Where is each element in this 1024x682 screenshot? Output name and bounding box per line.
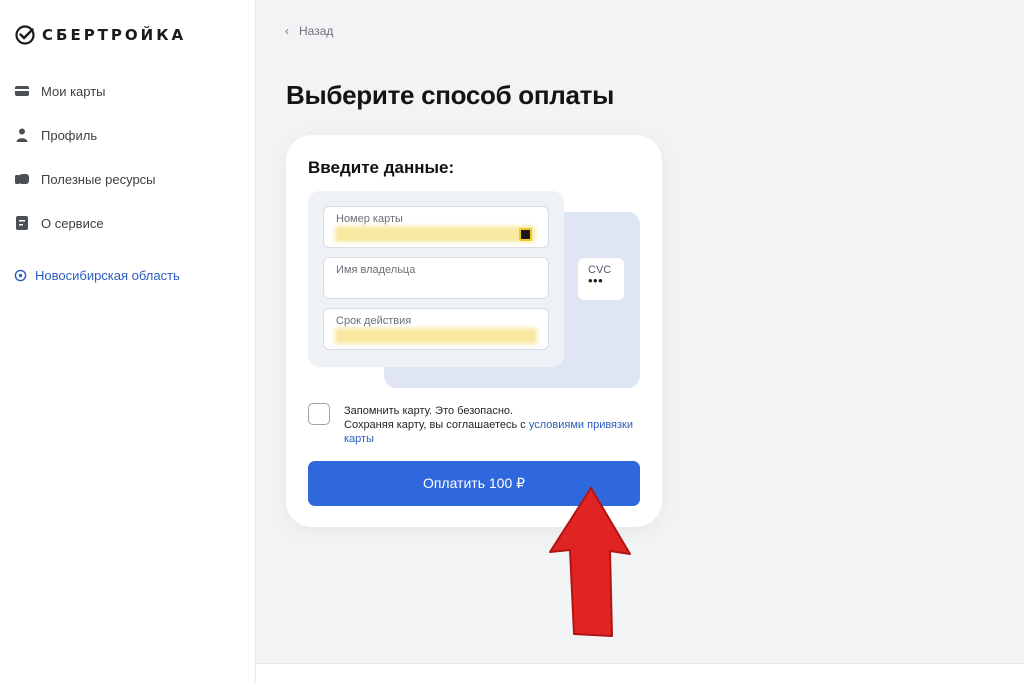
sidebar: СБЕРТРОЙКА Мои карты Профиль Полезные ре…	[0, 0, 256, 682]
sidebar-item-profile[interactable]: Профиль	[14, 124, 244, 146]
sidebar-item-resources[interactable]: Полезные ресурсы	[14, 168, 244, 190]
sidebar-nav: Мои карты Профиль Полезные ресурсы О сер…	[14, 80, 244, 256]
card-number-field[interactable]: Номер карты	[323, 206, 549, 248]
expiry-date-field[interactable]: Срок действия	[323, 308, 549, 350]
sidebar-item-label: Мои карты	[41, 83, 106, 99]
page-title: Выберите способ оплаты	[286, 80, 615, 110]
card-brand-icon	[519, 228, 532, 241]
cardholder-name-label: Имя владельца	[336, 264, 416, 276]
card-number-value-redacted	[335, 226, 535, 242]
user-icon	[16, 128, 28, 142]
red-arrow-annotation	[549, 487, 631, 637]
brand-name: СБЕРТРОЙКА	[42, 26, 187, 44]
sidebar-item-label: Полезные ресурсы	[41, 171, 156, 187]
payment-card: Введите данные: CVC ••• Номер карты Имя …	[286, 135, 662, 527]
remember-line-1: Запомнить карту. Это безопасно.	[344, 405, 514, 417]
remember-consent-text: Сохраняя карту, вы соглашаетесь с	[344, 419, 529, 431]
document-icon	[16, 216, 28, 230]
sber-logo-icon	[15, 25, 35, 45]
region-selector[interactable]: Новосибирская область	[14, 268, 180, 283]
cvc-field[interactable]: CVC •••	[578, 258, 624, 300]
sidebar-item-my-cards[interactable]: Мои карты	[14, 80, 244, 102]
resources-icon	[15, 174, 29, 184]
remember-card-row: Запомнить карту. Это безопасно. Сохраняя…	[308, 403, 648, 446]
form-title: Введите данные:	[308, 158, 455, 177]
sidebar-item-label: О сервисе	[41, 215, 104, 231]
cardholder-name-field[interactable]: Имя владельца	[323, 257, 549, 299]
sidebar-item-about[interactable]: О сервисе	[14, 212, 244, 234]
expiry-date-label: Срок действия	[336, 315, 412, 327]
back-link[interactable]: ‹ Назад	[285, 24, 333, 38]
cvc-value: •••	[588, 273, 604, 288]
sidebar-item-label: Профиль	[41, 127, 98, 143]
remember-card-checkbox[interactable]	[308, 403, 330, 425]
location-pin-icon	[14, 269, 27, 282]
region-label: Новосибирская область	[35, 268, 180, 283]
expiry-value-redacted	[335, 328, 537, 344]
cards-icon	[15, 86, 29, 96]
remember-card-text: Запомнить карту. Это безопасно. Сохраняя…	[344, 403, 648, 446]
brand-logo[interactable]: СБЕРТРОЙКА	[14, 24, 186, 46]
chevron-left-icon: ‹	[285, 24, 289, 38]
remember-line-2: Сохраняя карту, вы соглашаетесь с услови…	[344, 418, 648, 446]
back-label: Назад	[299, 24, 334, 38]
card-front-illustration: Номер карты Имя владельца Срок действия	[308, 191, 564, 367]
content-footer-strip	[256, 663, 1024, 682]
card-number-label: Номер карты	[336, 213, 403, 225]
